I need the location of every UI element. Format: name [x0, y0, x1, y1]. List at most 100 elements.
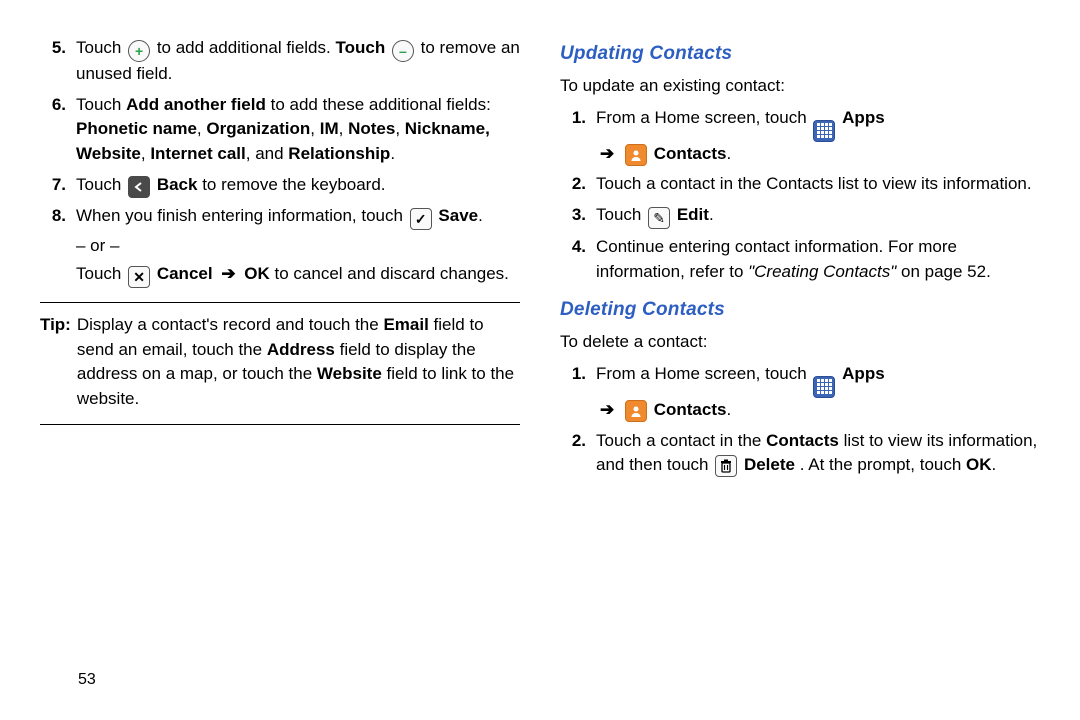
step-number: 2.: [560, 172, 586, 197]
page-number: 53: [78, 668, 96, 691]
step-number: 3.: [560, 203, 586, 229]
updating-step-3: 3. Touch ✎ Edit.: [560, 203, 1040, 229]
text: Relationship: [288, 144, 390, 163]
text: .: [478, 206, 483, 225]
edit-icon: ✎: [648, 207, 670, 229]
tip-block: Tip: Display a contact's record and touc…: [40, 302, 520, 425]
left-steps: 5. Touch + to add additional fields. Tou…: [40, 36, 520, 288]
step-number: 7.: [40, 173, 66, 198]
text: to cancel and discard changes.: [275, 264, 509, 283]
contacts-icon: [625, 400, 647, 422]
text: Add another field: [126, 95, 266, 114]
minus-icon: –: [392, 40, 414, 62]
lead-updating: To update an existing contact:: [560, 74, 1040, 99]
updating-step-2: 2. Touch a contact in the Contacts list …: [560, 172, 1040, 197]
updating-step-4: 4. Continue entering contact information…: [560, 235, 1040, 284]
tip-label: Tip:: [40, 313, 71, 412]
trash-icon: [715, 455, 737, 477]
step-body: Touch ✎ Edit.: [596, 203, 1040, 229]
text: Contacts: [766, 431, 839, 450]
plus-icon: +: [128, 40, 150, 62]
text: Touch: [76, 95, 126, 114]
deleting-steps: 1. From a Home screen, touch Apps ➔ Cont…: [560, 362, 1040, 477]
apps-icon: [813, 376, 835, 398]
step-6: 6. Touch Add another field to add these …: [40, 93, 520, 167]
text: .: [726, 144, 731, 163]
text: Address: [267, 340, 335, 359]
text: OK: [244, 264, 270, 283]
text: ,: [310, 119, 319, 138]
text: IM: [320, 119, 339, 138]
step-body: Continue entering contact information. F…: [596, 235, 1040, 284]
arrow-icon: ➔: [600, 400, 614, 419]
step-number: 5.: [40, 36, 66, 87]
text: Email: [383, 315, 428, 334]
text: ,: [339, 119, 348, 138]
text: Apps: [842, 364, 885, 383]
text: .: [709, 205, 714, 224]
or-text: – or –: [76, 234, 520, 259]
text: .: [726, 400, 731, 419]
x-icon: ✕: [128, 266, 150, 288]
right-column: Updating Contacts To update an existing …: [560, 36, 1040, 676]
text: , and: [246, 144, 289, 163]
heading-deleting: Deleting Contacts: [560, 296, 1040, 324]
text: Delete: [744, 455, 795, 474]
text: to remove the keyboard.: [202, 175, 385, 194]
text: OK: [966, 455, 992, 474]
text: Touch: [76, 175, 126, 194]
step-body: From a Home screen, touch Apps ➔ Contact…: [596, 106, 1040, 166]
text: .: [390, 144, 395, 163]
text: Phonetic name: [76, 119, 197, 138]
text: Edit: [677, 205, 709, 224]
text: to add additional fields.: [157, 38, 331, 57]
step-5: 5. Touch + to add additional fields. Tou…: [40, 36, 520, 87]
text: When you finish entering information, to…: [76, 206, 408, 225]
arrow-icon: ➔: [221, 264, 235, 283]
text: Website: [317, 364, 382, 383]
step-number: 1.: [560, 362, 586, 422]
text: Touch: [76, 38, 126, 57]
step-8: 8. When you finish entering information,…: [40, 204, 520, 289]
step-number: 1.: [560, 106, 586, 166]
text: ,: [141, 144, 150, 163]
text: Contacts: [654, 144, 727, 163]
text: Internet call: [150, 144, 245, 163]
text: Touch: [596, 205, 646, 224]
step-body: From a Home screen, touch Apps ➔ Contact…: [596, 362, 1040, 422]
step-number: 4.: [560, 235, 586, 284]
step-number: 6.: [40, 93, 66, 167]
text: Touch: [76, 264, 126, 283]
deleting-step-2: 2. Touch a contact in the Contacts list …: [560, 429, 1040, 478]
check-icon: ✓: [410, 208, 432, 230]
left-column: 5. Touch + to add additional fields. Tou…: [40, 36, 520, 676]
updating-step-1: 1. From a Home screen, touch Apps ➔ Cont…: [560, 106, 1040, 166]
step-number: 8.: [40, 204, 66, 289]
manual-page: 5. Touch + to add additional fields. Tou…: [0, 0, 1080, 676]
text: .: [992, 455, 997, 474]
updating-steps: 1. From a Home screen, touch Apps ➔ Cont…: [560, 106, 1040, 284]
step-body: Touch a contact in the Contacts list to …: [596, 429, 1040, 478]
text: Notes: [348, 119, 395, 138]
text: From a Home screen, touch: [596, 108, 811, 127]
step-body: When you finish entering information, to…: [76, 204, 520, 289]
step-body: Touch + to add additional fields. Touch …: [76, 36, 520, 87]
tip-body: Display a contact's record and touch the…: [77, 313, 520, 412]
text: Touch: [335, 38, 389, 57]
text: Contacts: [654, 400, 727, 419]
text: ,: [395, 119, 404, 138]
step-body: Touch Add another field to add these add…: [76, 93, 520, 167]
heading-updating: Updating Contacts: [560, 40, 1040, 68]
text: on page 52.: [901, 262, 991, 281]
arrow-icon: ➔: [600, 144, 614, 163]
text: to add these additional fields:: [271, 95, 491, 114]
alt-line: Touch ✕ Cancel ➔ OK to cancel and discar…: [76, 262, 520, 288]
text: From a Home screen, touch: [596, 364, 811, 383]
lead-deleting: To delete a contact:: [560, 330, 1040, 355]
text: Touch a contact in the: [596, 431, 766, 450]
back-icon: [128, 176, 150, 198]
text: Cancel: [157, 264, 213, 283]
step-body: Touch Back to remove the keyboard.: [76, 173, 520, 198]
text: Back: [157, 175, 198, 194]
text: . At the prompt, touch: [800, 455, 966, 474]
